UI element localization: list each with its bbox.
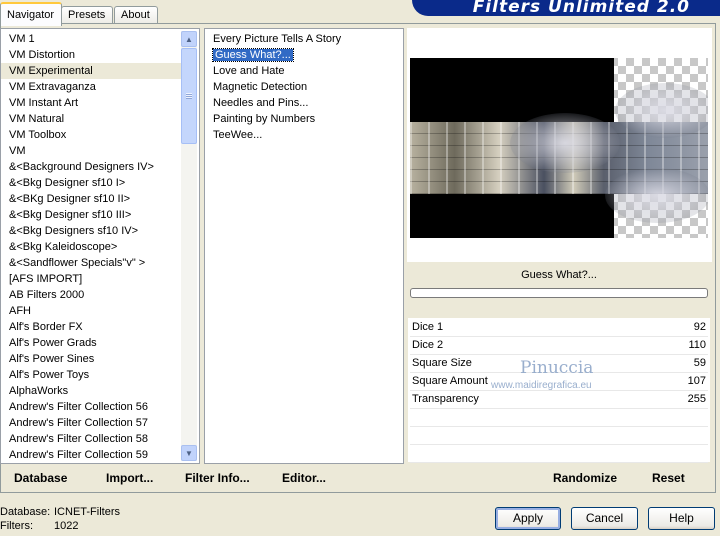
category-item[interactable]: VM Natural xyxy=(1,111,187,127)
filter-item[interactable]: Magnetic Detection xyxy=(205,79,307,95)
param-row-empty xyxy=(410,445,708,463)
category-item[interactable]: &<Bkg Designer sf10 III> xyxy=(1,207,187,223)
category-scrollbar[interactable]: ▲ ▼ xyxy=(181,31,197,461)
category-item[interactable]: Andrew's Filter Collection 57 xyxy=(1,415,187,431)
category-item[interactable]: &<Bkg Designers sf10 IV> xyxy=(1,223,187,239)
filter-item-label: TeeWee... xyxy=(213,129,263,141)
filter-info-button[interactable]: Filter Info... xyxy=(185,466,250,490)
param-label: Dice 1 xyxy=(412,321,444,333)
cancel-button[interactable]: Cancel xyxy=(571,507,638,530)
param-value[interactable]: 59 xyxy=(694,355,706,372)
db-label: Database: xyxy=(0,506,51,518)
category-item[interactable]: &<BKg Designer sf10 II> xyxy=(1,191,187,207)
category-item[interactable]: &<Background Designers IV> xyxy=(1,159,187,175)
watermark-name: Pinuccia xyxy=(520,358,594,378)
tab-navigator[interactable]: Navigator xyxy=(0,2,62,26)
filter-item[interactable]: TeeWee... xyxy=(205,127,262,143)
param-value[interactable]: 107 xyxy=(688,373,706,390)
apply-button[interactable]: Apply xyxy=(495,507,561,530)
app-title: Filters Unlimited 2.0 xyxy=(472,0,690,17)
app-banner: Filters Unlimited 2.0 xyxy=(412,0,720,17)
watermark-url: www.maidiregrafica.eu xyxy=(491,380,592,391)
param-label: Square Size xyxy=(412,357,472,369)
filter-item[interactable]: Love and Hate xyxy=(205,63,285,79)
param-row-empty xyxy=(410,409,708,427)
param-label: Transparency xyxy=(412,393,479,405)
category-item[interactable]: Alf's Power Sines xyxy=(1,351,187,367)
filter-item-label: Love and Hate xyxy=(213,65,285,77)
filter-item-label: Painting by Numbers xyxy=(213,113,316,125)
param-row[interactable]: Dice 2 110 xyxy=(410,337,708,355)
database-button[interactable]: Database xyxy=(14,466,67,490)
filter-list[interactable]: Every Picture Tells A Story Guess What?..… xyxy=(204,28,404,464)
randomize-button[interactable]: Randomize xyxy=(553,466,617,490)
param-label: Dice 2 xyxy=(412,339,444,351)
category-item[interactable]: &<Bkg Designer sf10 I> xyxy=(1,175,187,191)
filter-name-label: Guess What?... xyxy=(521,269,597,281)
param-row-empty xyxy=(410,427,708,445)
help-button[interactable]: Help xyxy=(648,507,715,530)
db-value: ICNET-Filters xyxy=(54,506,120,518)
category-item[interactable]: VM Distortion xyxy=(1,47,187,63)
filter-item-label: Magnetic Detection xyxy=(213,81,308,93)
category-item[interactable]: VM xyxy=(1,143,187,159)
param-label: Square Amount xyxy=(412,375,488,387)
category-item[interactable]: VM Toolbox xyxy=(1,127,187,143)
filter-item[interactable]: Painting by Numbers xyxy=(205,111,315,127)
filter-item[interactable]: Needles and Pins... xyxy=(205,95,308,111)
category-item[interactable]: Andrew's Filter Collection 59 xyxy=(1,447,187,463)
category-item[interactable]: VM Extravaganza xyxy=(1,79,187,95)
filters-count: 1022 xyxy=(54,520,79,532)
filter-item-label: Needles and Pins... xyxy=(213,97,309,109)
tab-strip: Navigator Presets About xyxy=(0,0,420,26)
progress-bar xyxy=(410,288,708,298)
scroll-up-icon[interactable]: ▲ xyxy=(181,31,197,47)
category-item[interactable]: VM 1 xyxy=(1,31,187,47)
scroll-thumb[interactable] xyxy=(181,48,197,144)
category-item[interactable]: AB Filters 2000 xyxy=(1,287,187,303)
editor-button[interactable]: Editor... xyxy=(282,466,326,490)
category-item[interactable]: &<Sandflower Specials"v" > xyxy=(1,255,187,271)
param-row[interactable]: Transparency 255 xyxy=(410,391,708,409)
category-item[interactable]: AlphaWorks xyxy=(1,383,187,399)
category-item[interactable]: Andrew's Filter Collection 56 xyxy=(1,399,187,415)
reset-button[interactable]: Reset xyxy=(652,466,685,490)
category-item[interactable]: &<Bkg Kaleidoscope> xyxy=(1,239,187,255)
category-item[interactable]: VM Instant Art xyxy=(1,95,187,111)
category-item[interactable]: Alf's Power Toys xyxy=(1,367,187,383)
tab-presets[interactable]: Presets xyxy=(61,6,113,24)
import-button[interactable]: Import... xyxy=(106,466,153,490)
category-item[interactable]: [AFS IMPORT] xyxy=(1,271,187,287)
category-item[interactable]: VM Experimental xyxy=(1,63,187,79)
preview-image xyxy=(410,58,708,238)
param-value[interactable]: 110 xyxy=(688,337,706,354)
filter-item-label: Guess What?... xyxy=(212,48,294,62)
filter-item[interactable]: Guess What?... xyxy=(205,47,294,63)
category-item[interactable]: Alf's Power Grads xyxy=(1,335,187,351)
category-item[interactable]: Alf's Border FX xyxy=(1,319,187,335)
filters-label: Filters: xyxy=(0,520,33,532)
param-row[interactable]: Dice 1 92 xyxy=(410,319,708,337)
tab-about[interactable]: About xyxy=(114,6,158,24)
category-item[interactable]: Andrew's Filter Collection 58 xyxy=(1,431,187,447)
category-item[interactable]: AFH xyxy=(1,303,187,319)
param-value[interactable]: 255 xyxy=(688,391,706,408)
filter-item[interactable]: Every Picture Tells A Story xyxy=(205,31,341,47)
param-value[interactable]: 92 xyxy=(694,319,706,336)
category-list[interactable]: VM 1 VM Distortion VM Experimental VM Extra… xyxy=(0,28,200,464)
scroll-down-icon[interactable]: ▼ xyxy=(181,445,197,461)
filter-item-label: Every Picture Tells A Story xyxy=(213,33,342,45)
